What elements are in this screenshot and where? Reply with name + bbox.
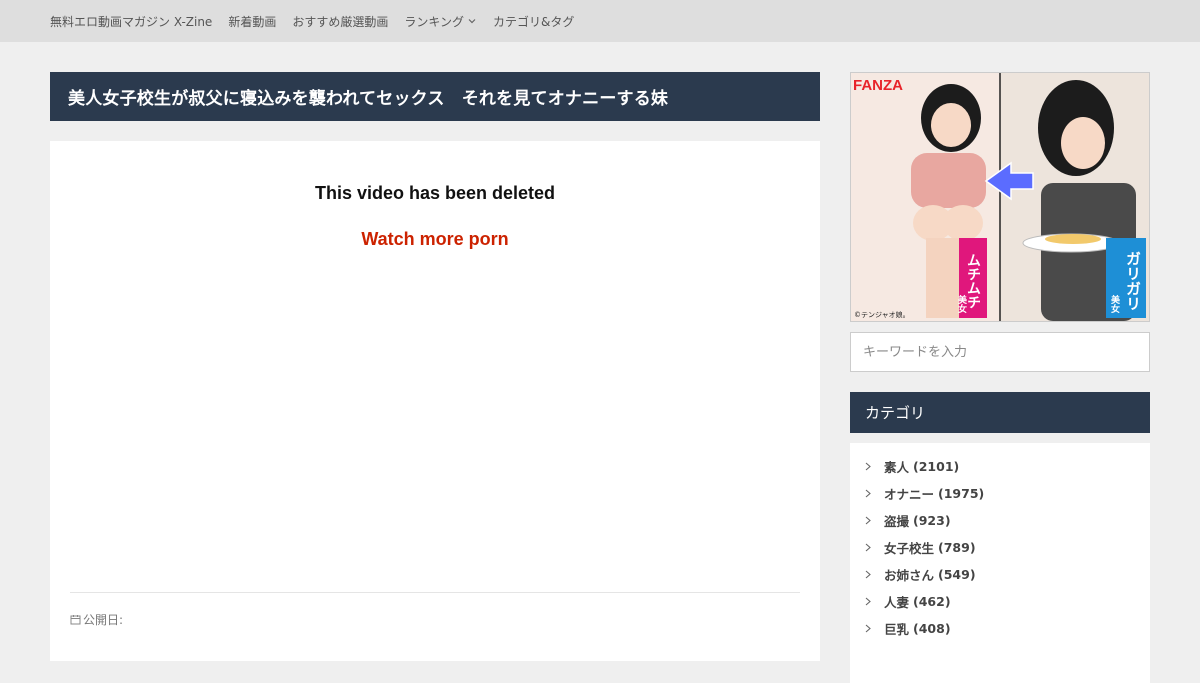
calendar-icon xyxy=(70,615,81,625)
chevron-right-icon xyxy=(865,543,871,552)
ad-right-sub: 美女 xyxy=(1109,294,1120,314)
category-count: (1975) xyxy=(938,486,985,501)
video-deleted-message: This video has been deleted xyxy=(314,183,556,203)
nav-item-label: カテゴリ&タグ xyxy=(492,14,575,29)
nav-item-categories-tags[interactable]: カテゴリ&タグ xyxy=(493,13,574,30)
nav-item-label: 無料エロ動画マガジン X-Zine xyxy=(50,14,213,29)
publish-date: 公開日: xyxy=(70,611,123,628)
chevron-right-icon xyxy=(865,516,871,525)
category-label: 巨乳 xyxy=(884,622,910,637)
nav-item-label: ランキング xyxy=(404,14,464,29)
category-label: 女子校生 xyxy=(884,541,935,556)
category-label: オナニー xyxy=(884,487,935,502)
nav-item-ranking[interactable]: ランキング xyxy=(404,13,477,30)
ad-right-tag: ガリガリ xyxy=(1124,251,1142,311)
category-count: (408) xyxy=(913,621,951,636)
category-item[interactable]: お姉さん (549) xyxy=(850,561,1150,588)
category-label: 素人 xyxy=(884,460,910,475)
chevron-down-icon xyxy=(468,19,476,24)
ad-left-tag: ムチムチ xyxy=(965,253,981,309)
ad-banner-brand: FANZA xyxy=(853,77,903,94)
chevron-right-icon xyxy=(865,597,871,606)
search-input[interactable] xyxy=(850,332,1150,372)
video-area: This video has been deleted Watch more p… xyxy=(50,141,820,661)
ad-left-sub: 美女 xyxy=(956,294,967,314)
nav-item-recommended[interactable]: おすすめ厳選動画 xyxy=(292,13,388,30)
ad-banner-illustration: FANZA ムチムチ 美女 ガリガリ 美女 ©テンジャオ娘。 xyxy=(851,73,1149,321)
category-label: 盗撮 xyxy=(884,514,910,529)
ad-credit: ©テンジャオ娘。 xyxy=(854,310,910,319)
category-count: (923) xyxy=(913,513,951,528)
chevron-right-icon xyxy=(865,489,871,498)
top-navigation: 無料エロ動画マガジン X-Zine 新着動画 おすすめ厳選動画 ランキング カテ… xyxy=(0,0,1200,42)
chevron-right-icon xyxy=(865,462,871,471)
category-item[interactable]: 素人 (2101) xyxy=(850,453,1150,480)
divider xyxy=(70,592,800,593)
category-count: (789) xyxy=(938,540,976,555)
category-label: お姉さん xyxy=(884,568,935,583)
chevron-right-icon xyxy=(865,624,871,633)
category-item[interactable]: 巨乳 (408) xyxy=(850,615,1150,642)
categories-heading: カテゴリ xyxy=(850,392,1150,433)
category-item[interactable]: 人妻 (462) xyxy=(850,588,1150,615)
nav-item-label: おすすめ厳選動画 xyxy=(292,14,389,29)
watch-more-link[interactable]: Watch more porn xyxy=(50,229,820,250)
chevron-right-icon xyxy=(865,570,871,579)
ad-banner[interactable]: FANZA ムチムチ 美女 ガリガリ 美女 ©テンジャオ娘。 xyxy=(850,72,1150,322)
nav-item-new-videos[interactable]: 新着動画 xyxy=(228,13,276,30)
post-title: 美人女子校生が叔父に寝込みを襲われてセックス それを見てオナニーする妹 xyxy=(50,72,820,121)
category-item[interactable]: 盗撮 (923) xyxy=(850,507,1150,534)
nav-item-site-home[interactable]: 無料エロ動画マガジン X-Zine xyxy=(50,13,212,30)
category-list: 素人 (2101) オナニー (1975) 盗撮 (923) 女子校生 (789) お姉… xyxy=(850,443,1150,683)
category-item[interactable]: オナニー (1975) xyxy=(850,480,1150,507)
publish-date-label: 公開日: xyxy=(83,613,124,627)
category-count: (462) xyxy=(913,594,951,609)
category-item[interactable]: 女子校生 (789) xyxy=(850,534,1150,561)
category-count: (549) xyxy=(938,567,976,582)
category-count: (2101) xyxy=(913,459,960,474)
nav-item-label: 新着動画 xyxy=(228,14,277,29)
category-label: 人妻 xyxy=(884,595,910,610)
